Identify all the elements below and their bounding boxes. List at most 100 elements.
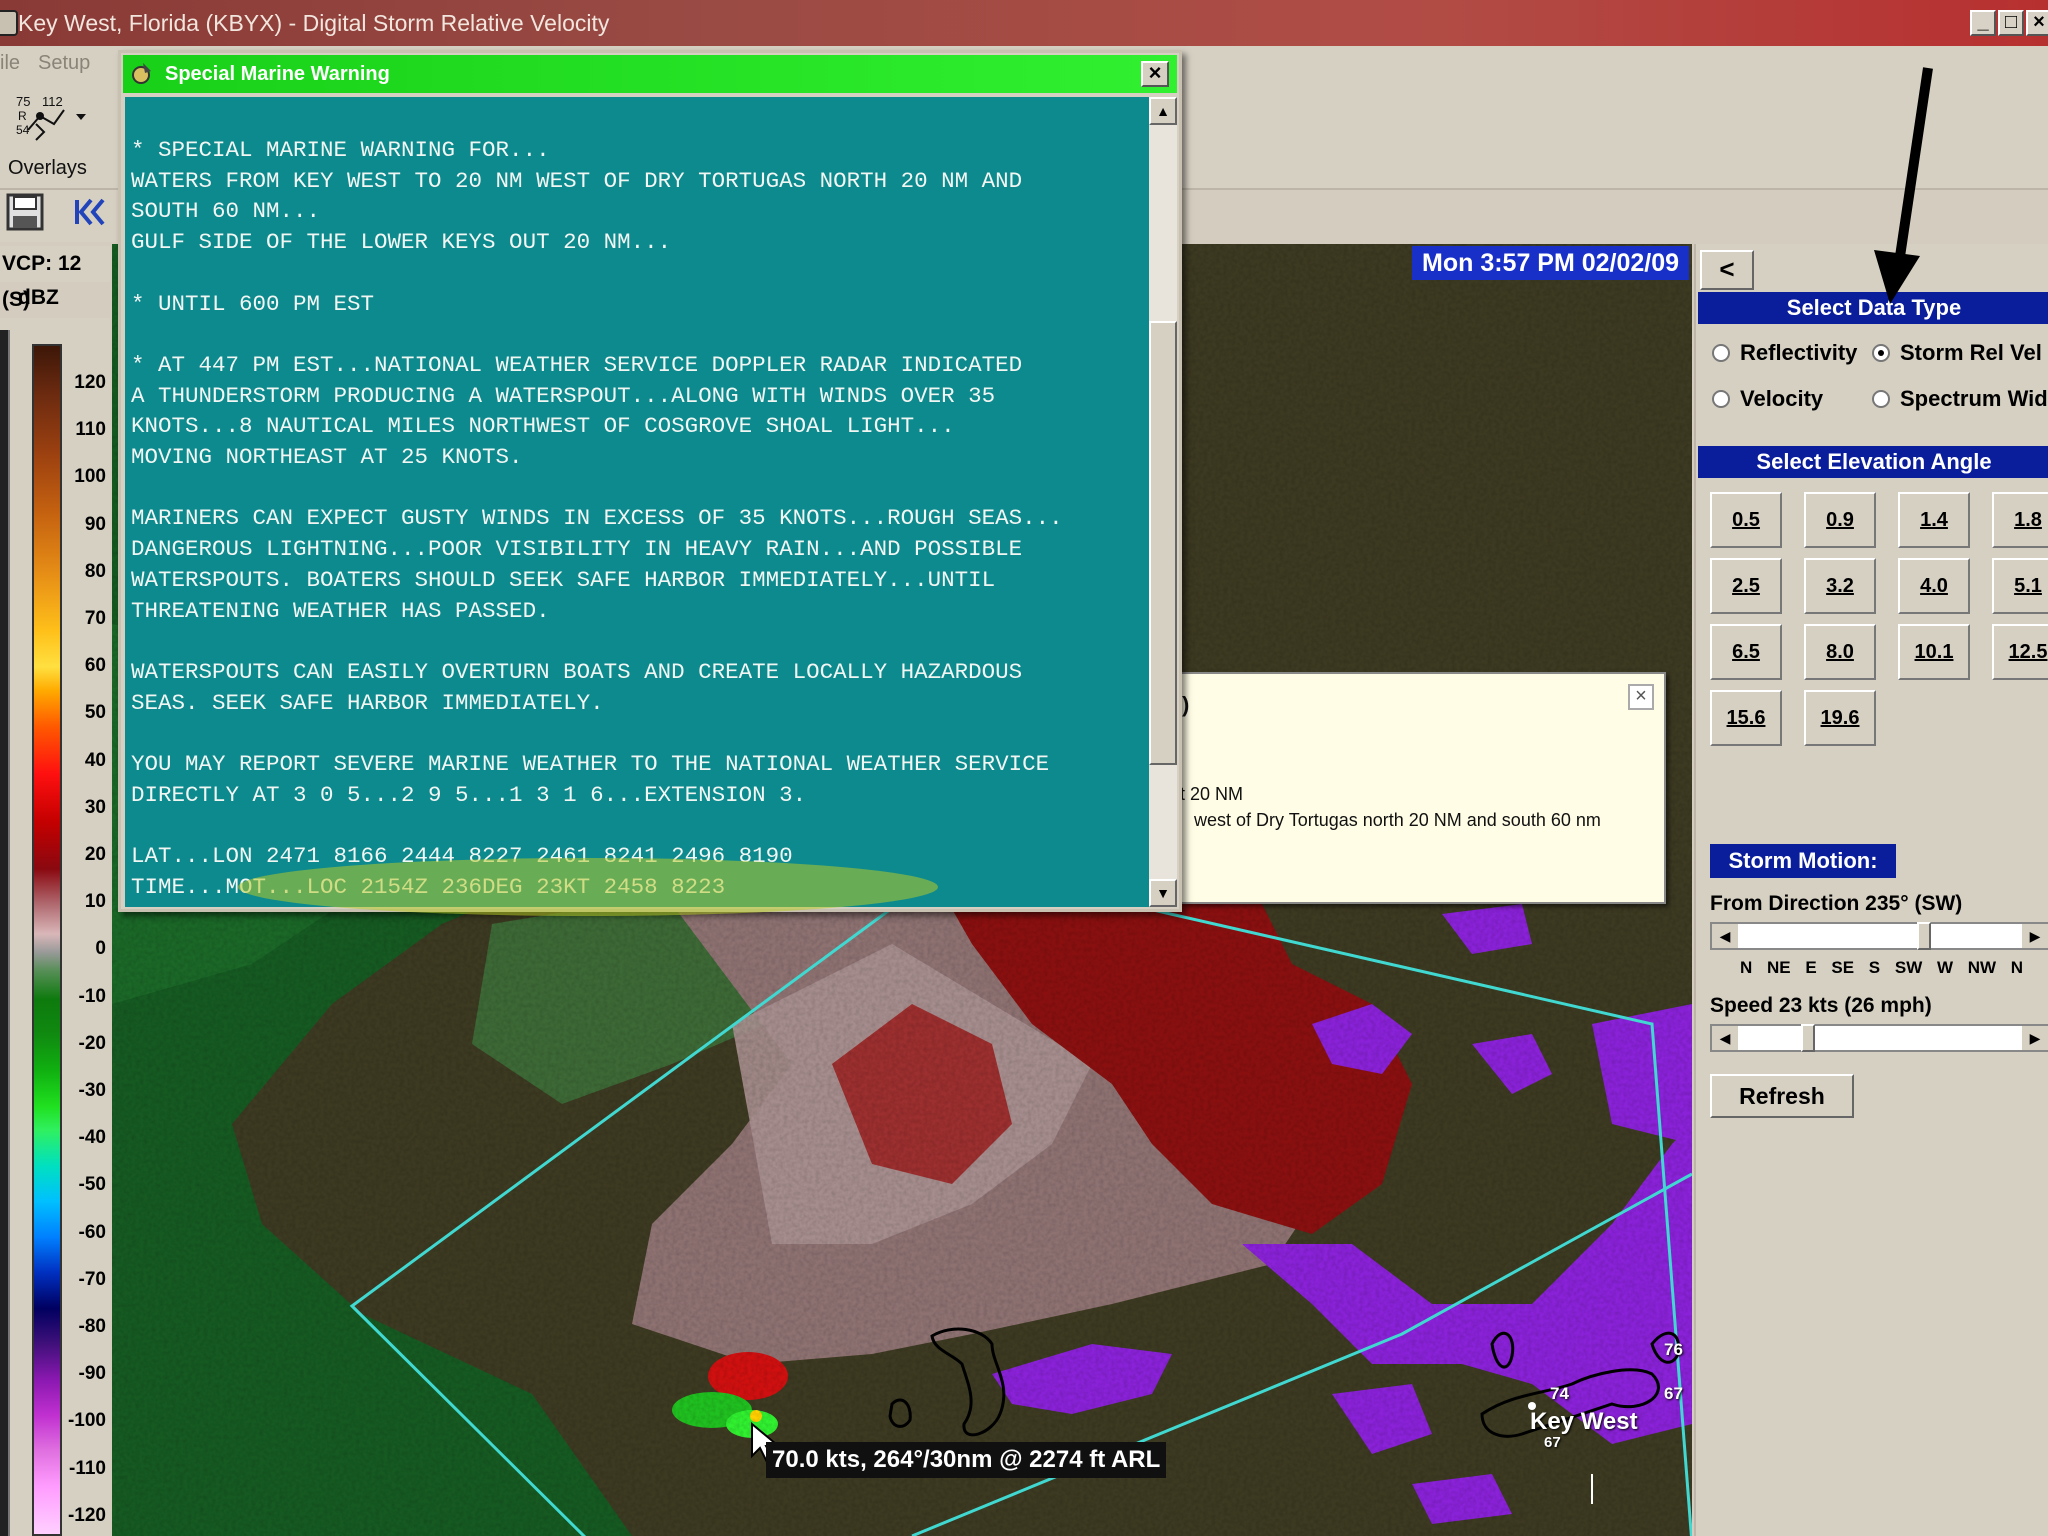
window-title: Key West, Florida (KBYX) - Digital Storm… xyxy=(18,10,610,36)
scale-tick: 120 xyxy=(74,372,106,393)
map-marker-76: 76 xyxy=(1664,1340,1683,1359)
maximize-button[interactable]: □ xyxy=(1998,10,2024,36)
slider-right-arrow[interactable]: ▶ xyxy=(2022,1026,2048,1050)
elevation-button[interactable]: 3.2 xyxy=(1804,558,1876,614)
radio-label: Velocity xyxy=(1740,386,1824,411)
radio-storm-rel-vel[interactable]: Storm Rel Vel xyxy=(1872,340,2042,366)
scale-tick: -70 xyxy=(78,1268,106,1290)
warning-text: * SPECIAL MARINE WARNING FOR... WATERS F… xyxy=(131,137,1063,900)
warning-text-area[interactable]: * SPECIAL MARINE WARNING FOR... WATERS F… xyxy=(125,97,1149,907)
highlight-ellipse xyxy=(238,858,938,916)
scale-tick: -90 xyxy=(78,1363,106,1385)
direction-slider-thumb[interactable] xyxy=(1916,922,1931,950)
slider-left-arrow[interactable]: ◀ xyxy=(1712,1026,1738,1050)
menu-setup[interactable]: Setup xyxy=(38,52,90,75)
popup-line-1: t 20 NM xyxy=(1180,784,1244,804)
info-popup: ) × t 20 NM west of Dry Tortugas north 2… xyxy=(1178,672,1666,904)
popup-close-button[interactable]: × xyxy=(1628,684,1654,710)
elevation-button[interactable]: 10.1 xyxy=(1898,624,1970,680)
radio-reflectivity[interactable]: Reflectivity xyxy=(1712,340,1857,366)
elevation-button[interactable]: 6.5 xyxy=(1710,624,1782,680)
elevation-button[interactable]: 12.5 xyxy=(1992,624,2048,680)
overlays-label: Overlays xyxy=(8,157,87,179)
scale-tick: -110 xyxy=(69,1457,106,1479)
color-scale-bar xyxy=(32,344,62,1536)
scale-tick: 20 xyxy=(84,844,106,865)
svg-text:R: R xyxy=(18,109,27,123)
elevation-button[interactable]: 19.6 xyxy=(1804,690,1876,746)
direction-label: From Direction 235° (SW) xyxy=(1710,892,1963,915)
scale-tick: -40 xyxy=(78,1127,106,1149)
radio-dot xyxy=(1712,344,1730,362)
elevation-button[interactable]: 0.5 xyxy=(1710,492,1782,548)
scale-tick: 110 xyxy=(75,419,106,441)
elevation-button[interactable]: 1.8 xyxy=(1992,492,2048,548)
warning-scrollbar[interactable]: ▲ ▼ xyxy=(1149,97,1177,907)
map-marker-67b: 67 xyxy=(1664,1384,1683,1403)
scale-tick: 40 xyxy=(84,749,106,771)
svg-text:75: 75 xyxy=(16,94,30,109)
scale-tick: 50 xyxy=(84,702,106,724)
window-title-bar: Key West, Florida (KBYX) - Digital Storm… xyxy=(0,0,2048,46)
map-marker-74: 74 xyxy=(1550,1384,1569,1403)
scroll-thumb[interactable] xyxy=(1149,321,1177,765)
radio-velocity[interactable]: Velocity xyxy=(1712,386,1823,412)
toolbar-row-2 xyxy=(0,190,116,242)
scale-tick: 80 xyxy=(84,560,106,582)
scale-tick: 90 xyxy=(84,513,106,535)
radio-label: Spectrum Wid xyxy=(1900,386,2048,411)
slider-right-arrow[interactable]: ▶ xyxy=(2022,924,2048,948)
radio-spectrum-width[interactable]: Spectrum Wid xyxy=(1872,386,2048,412)
annotation-arrow-icon xyxy=(1874,67,1933,304)
elevation-button[interactable]: 15.6 xyxy=(1710,690,1782,746)
scale-tick: 60 xyxy=(84,655,106,677)
scale-tick: -60 xyxy=(78,1221,106,1243)
popup-fragment: ) xyxy=(1182,692,1190,717)
popup-line-2: west of Dry Tortugas north 20 NM and sou… xyxy=(1194,810,1601,830)
city-label: Key West xyxy=(1530,1408,1638,1435)
speed-label: Speed 23 kts (26 mph) xyxy=(1710,994,1932,1017)
floppy-disk-icon[interactable] xyxy=(2,192,48,236)
scale-tick: -30 xyxy=(78,1080,106,1101)
elevation-button[interactable]: 1.4 xyxy=(1898,492,1970,548)
direction-slider[interactable]: ◀ ▶ xyxy=(1710,922,2048,950)
vcp-label: VCP: 12 (S) xyxy=(0,246,110,311)
minimize-button[interactable]: _ xyxy=(1970,10,1996,36)
rewind-icon[interactable] xyxy=(66,192,112,236)
direction-ticks: N NE E SE S SW W NW N xyxy=(1740,958,2024,977)
elevation-button[interactable]: 4.0 xyxy=(1898,558,1970,614)
app-icon xyxy=(0,10,18,36)
overlays-icon: 75 112 R 54 xyxy=(14,94,94,145)
storm-motion-heading: Storm Motion: xyxy=(1710,844,1896,878)
radio-dot xyxy=(1872,390,1890,408)
scroll-down-icon[interactable]: ▼ xyxy=(1149,879,1177,907)
elevation-button[interactable]: 0.9 xyxy=(1804,492,1876,548)
cursor-readout: 70.0 kts, 264°/30nm @ 2274 ft ARL xyxy=(766,1442,1167,1478)
radio-label: Storm Rel Vel xyxy=(1900,340,2042,365)
scale-tick: 70 xyxy=(84,608,106,629)
map-marker-67a: 67 xyxy=(1544,1434,1561,1451)
scale-tick: -50 xyxy=(78,1174,106,1196)
speed-slider[interactable]: ◀ ▶ xyxy=(1710,1024,2048,1052)
elevation-button[interactable]: 2.5 xyxy=(1710,558,1782,614)
scroll-up-icon[interactable]: ▲ xyxy=(1149,97,1177,125)
scale-tick: -80 xyxy=(78,1316,106,1337)
close-window-button[interactable]: × xyxy=(2026,10,2048,36)
scale-tick: -10 xyxy=(78,985,106,1007)
refresh-button[interactable]: Refresh xyxy=(1710,1074,1854,1118)
warning-title: Special Marine Warning xyxy=(165,63,390,85)
collapse-panel-button[interactable]: < xyxy=(1700,250,1754,290)
radio-label: Reflectivity xyxy=(1740,340,1858,365)
warning-close-button[interactable]: × xyxy=(1141,61,1169,87)
scale-tick: 30 xyxy=(84,796,106,818)
scale-tick: -100 xyxy=(67,1410,106,1432)
elevation-button[interactable]: 8.0 xyxy=(1804,624,1876,680)
overlays-button[interactable]: 75 112 R 54 Overlays xyxy=(2,90,102,182)
speed-slider-thumb[interactable] xyxy=(1801,1024,1816,1052)
slider-left-arrow[interactable]: ◀ xyxy=(1712,924,1738,948)
svg-text:112: 112 xyxy=(42,94,63,109)
scale-tick: 10 xyxy=(84,891,106,913)
warning-title-bar[interactable]: Special Marine Warning × xyxy=(123,55,1177,93)
menu-file[interactable]: ile xyxy=(0,52,20,75)
elevation-button[interactable]: 5.1 xyxy=(1992,558,2048,614)
